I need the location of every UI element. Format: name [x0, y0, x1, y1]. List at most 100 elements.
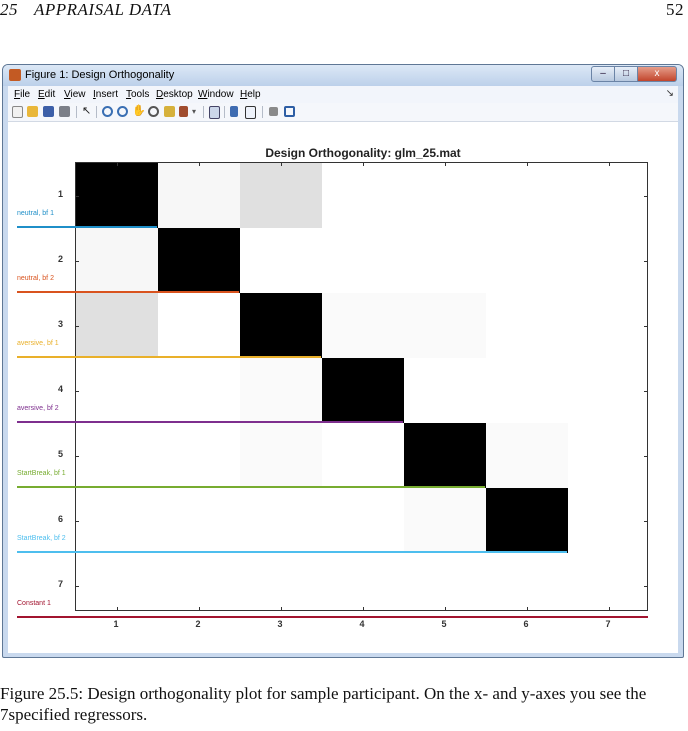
matrix-cell [404, 293, 486, 358]
x-tick-label: 3 [277, 619, 283, 629]
x-tick-mark [363, 162, 364, 166]
menu-bar: File Edit View Insert Tools Desktop Wind… [8, 86, 678, 103]
matrix-cell [322, 358, 404, 423]
regressor-label: neutral, bf 1 [17, 210, 54, 217]
matrix-cell [158, 293, 240, 358]
x-tick-mark [609, 162, 610, 166]
x-tick-mark [363, 607, 364, 611]
menu-edit[interactable]: Edit [38, 89, 55, 100]
y-tick-label: 5 [58, 448, 64, 459]
y-tick-label: 3 [58, 318, 64, 329]
x-tick-mark [527, 162, 528, 166]
regressor-label: Constant 1 [17, 600, 51, 607]
y-tick-mark [644, 520, 648, 522]
window-content: File Edit View Insert Tools Desktop Wind… [8, 86, 678, 653]
matrix-cell [486, 423, 568, 488]
close-button[interactable]: x [637, 66, 677, 82]
regressor-separator [17, 356, 321, 358]
y-tick-label: 4 [58, 383, 64, 394]
x-tick-mark [117, 607, 118, 611]
rotate-icon[interactable] [148, 106, 159, 117]
brush-icon[interactable] [179, 106, 188, 117]
colorbar-icon[interactable] [230, 106, 238, 117]
window-title: Figure 1: Design Orthogonality [25, 69, 175, 81]
regressor-label: aversive, bf 2 [17, 405, 59, 412]
menu-desktop[interactable]: Desktop [156, 89, 193, 100]
menu-file[interactable]: File [14, 89, 30, 100]
regressor-separator [17, 226, 157, 228]
matrix-cell [322, 423, 404, 488]
regressor-label: StartBreak, bf 1 [17, 470, 66, 477]
matrix-cell [240, 293, 322, 358]
regressor-separator [17, 616, 648, 618]
x-tick-mark [445, 607, 446, 611]
x-tick-label: 7 [605, 619, 611, 629]
matrix-cell [322, 293, 404, 358]
menu-tools[interactable]: Tools [126, 89, 149, 100]
regressor-separator [17, 421, 403, 423]
orthogonality-matrix[interactable] [75, 162, 648, 611]
matrix-cell [158, 163, 240, 228]
minimize-button[interactable]: – [591, 66, 615, 82]
y-tick-mark [75, 195, 79, 197]
regressor-label: aversive, bf 1 [17, 340, 59, 347]
regressor-label: neutral, bf 2 [17, 275, 54, 282]
menu-window[interactable]: Window [198, 89, 234, 100]
x-tick-mark [281, 607, 282, 611]
matrix-cell [158, 228, 240, 293]
matrix-cell [486, 488, 568, 553]
window-controls: – □ x [591, 66, 677, 83]
new-figure-icon[interactable] [12, 106, 23, 118]
y-tick-mark [75, 520, 79, 522]
legend-icon[interactable] [245, 106, 256, 119]
dock-arrow-icon[interactable]: ↘ [666, 88, 674, 99]
y-tick-mark [644, 455, 648, 457]
menu-help[interactable]: Help [240, 89, 261, 100]
show-tools-icon[interactable] [284, 106, 295, 117]
plot-title: Design Orthogonality: glm_25.mat [265, 146, 461, 160]
y-tick-mark [75, 585, 79, 587]
x-tick-mark [609, 607, 610, 611]
y-tick-mark [644, 325, 648, 327]
regressor-separator [17, 551, 567, 553]
data-cursor-icon[interactable] [164, 106, 175, 117]
save-icon[interactable] [43, 106, 54, 117]
x-tick-label: 4 [359, 619, 365, 629]
toolbar-separator [96, 106, 97, 118]
y-tick-label: 6 [58, 513, 64, 524]
menu-insert[interactable]: Insert [93, 89, 118, 100]
x-tick-label: 6 [523, 619, 529, 629]
figure-caption: Figure 25.5: Design orthogonality plot f… [0, 684, 647, 724]
matrix-cell [240, 423, 322, 488]
y-tick-mark [75, 390, 79, 392]
chevron-down-icon[interactable]: ▾ [192, 106, 196, 117]
maximize-button[interactable]: □ [614, 66, 638, 82]
x-tick-mark [199, 607, 200, 611]
hide-tools-icon[interactable] [269, 107, 278, 116]
menu-view[interactable]: View [64, 89, 86, 100]
x-tick-mark [117, 162, 118, 166]
matlab-icon [9, 69, 21, 81]
x-tick-mark [527, 607, 528, 611]
print-icon[interactable] [59, 106, 70, 117]
matrix-cell [240, 358, 322, 423]
page-number: 52 [666, 0, 684, 19]
x-tick-label: 1 [113, 619, 119, 629]
chapter-title: APPRAISAL DATA [34, 0, 172, 19]
matrix-cell [404, 488, 486, 553]
open-file-icon[interactable] [27, 106, 38, 117]
y-tick-label: 7 [58, 578, 64, 589]
zoom-out-icon[interactable] [117, 106, 128, 117]
matrix-cell [76, 163, 158, 228]
x-tick-mark [199, 162, 200, 166]
regressor-separator [17, 486, 485, 488]
figure-toolbar: ↖ ✋ ▾ [8, 103, 678, 122]
y-tick-mark [75, 455, 79, 457]
link-icon[interactable] [209, 106, 220, 119]
zoom-in-icon[interactable] [102, 106, 113, 117]
pointer-icon[interactable]: ↖ [82, 106, 91, 117]
toolbar-separator [262, 106, 263, 118]
window-titlebar[interactable]: Figure 1: Design Orthogonality – □ x [3, 65, 683, 86]
pan-icon[interactable]: ✋ [132, 106, 146, 117]
toolbar-separator [203, 106, 204, 118]
